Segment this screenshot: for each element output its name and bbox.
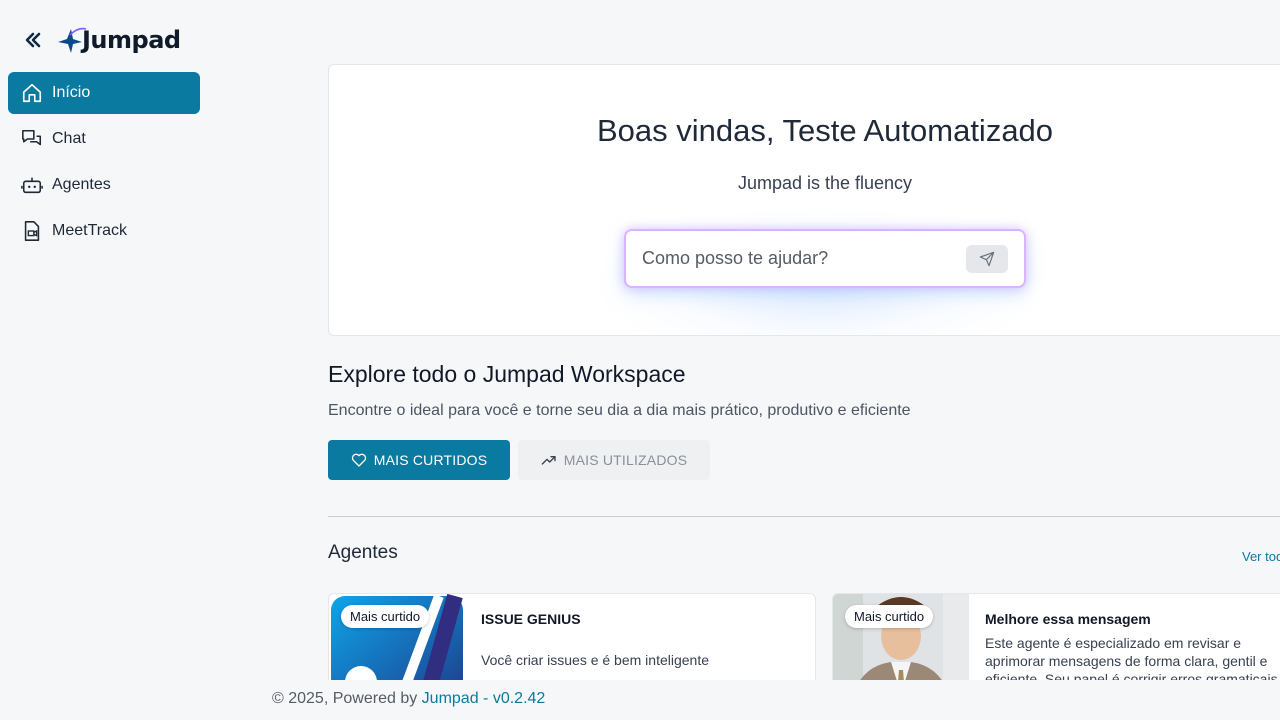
- agent-description: Você criar issues e é bem inteligente: [481, 652, 710, 668]
- brand-bar: Jumpad: [22, 22, 181, 58]
- sidebar-item-meettrack[interactable]: MeetTrack: [8, 210, 200, 252]
- agent-title: ISSUE GENIUS: [481, 611, 581, 627]
- prompt-input[interactable]: [642, 248, 966, 269]
- welcome-subtitle: Jumpad is the fluency: [737, 173, 913, 193]
- agent-card-melhore-mensagem[interactable]: Mais curtido Melhore essa mensagem Este …: [832, 593, 1280, 693]
- most-liked-badge: Mais curtido: [845, 605, 934, 628]
- agent-title: Melhore essa mensagem: [985, 611, 1151, 627]
- tab-label: MAIS UTILIZADOS: [563, 452, 688, 468]
- robot-icon: [20, 173, 44, 197]
- explore-subtitle: Encontre o ideal para você e torne seu d…: [328, 402, 911, 419]
- tab-mais-utilizados[interactable]: MAIS UTILIZADOS: [518, 440, 710, 480]
- chat-icon: [20, 127, 44, 151]
- footer-version: - v0.2.42: [483, 690, 546, 707]
- agent-card-issue-genius[interactable]: Mais curtido ISSUE GENIUS Você criar iss…: [328, 593, 816, 693]
- send-button[interactable]: [966, 244, 1008, 273]
- most-liked-badge: Mais curtido: [341, 605, 430, 628]
- send-icon: [979, 251, 995, 266]
- brand-logo[interactable]: Jumpad: [56, 25, 181, 55]
- sidebar-item-label: MeetTrack: [52, 222, 127, 239]
- home-icon: [20, 81, 44, 105]
- section-divider: [328, 516, 1280, 517]
- sidebar-item-label: Agentes: [52, 176, 111, 193]
- sidebar-item-label: Início: [52, 84, 91, 101]
- see-all-agents-link[interactable]: Ver todos: [1242, 549, 1280, 564]
- footer-copyright: © 2025, Powered by: [272, 690, 418, 707]
- meeting-icon: [20, 219, 44, 243]
- footer: © 2025, Powered by Jumpad - v0.2.42: [0, 680, 1280, 720]
- tab-mais-curtidos[interactable]: MAIS CURTIDOS: [328, 440, 510, 480]
- filter-tabs: MAIS CURTIDOS MAIS UTILIZADOS: [328, 440, 710, 480]
- sidebar: Jumpad Início Chat Agentes MeetTrack: [0, 0, 210, 720]
- footer-brand-link[interactable]: Jumpad: [422, 690, 479, 707]
- footer-text: © 2025, Powered by Jumpad - v0.2.42: [272, 690, 545, 708]
- welcome-title: Boas vindas, Teste Automatizado: [596, 113, 1054, 148]
- trending-up-icon: [541, 452, 557, 468]
- agent-image: Mais curtido: [833, 594, 969, 692]
- welcome-card: Boas vindas, Teste Automatizado Jumpad i…: [328, 64, 1280, 336]
- double-chevron-left-icon: [25, 32, 41, 48]
- sidebar-item-agentes[interactable]: Agentes: [8, 164, 200, 206]
- agents-section-title: Agentes: [328, 542, 398, 563]
- brand-name: Jumpad: [82, 26, 181, 54]
- agent-image: Mais curtido: [329, 594, 465, 692]
- sidebar-item-inicio[interactable]: Início: [8, 72, 200, 114]
- prompt-box: [624, 229, 1026, 288]
- sidebar-item-label: Chat: [52, 130, 86, 147]
- sidebar-item-chat[interactable]: Chat: [8, 118, 200, 160]
- explore-title: Explore todo o Jumpad Workspace: [328, 361, 686, 387]
- sidebar-nav: Início Chat Agentes MeetTrack: [8, 72, 200, 256]
- heart-icon: [351, 452, 367, 468]
- collapse-sidebar-button[interactable]: [22, 29, 44, 51]
- tab-label: MAIS CURTIDOS: [373, 452, 488, 468]
